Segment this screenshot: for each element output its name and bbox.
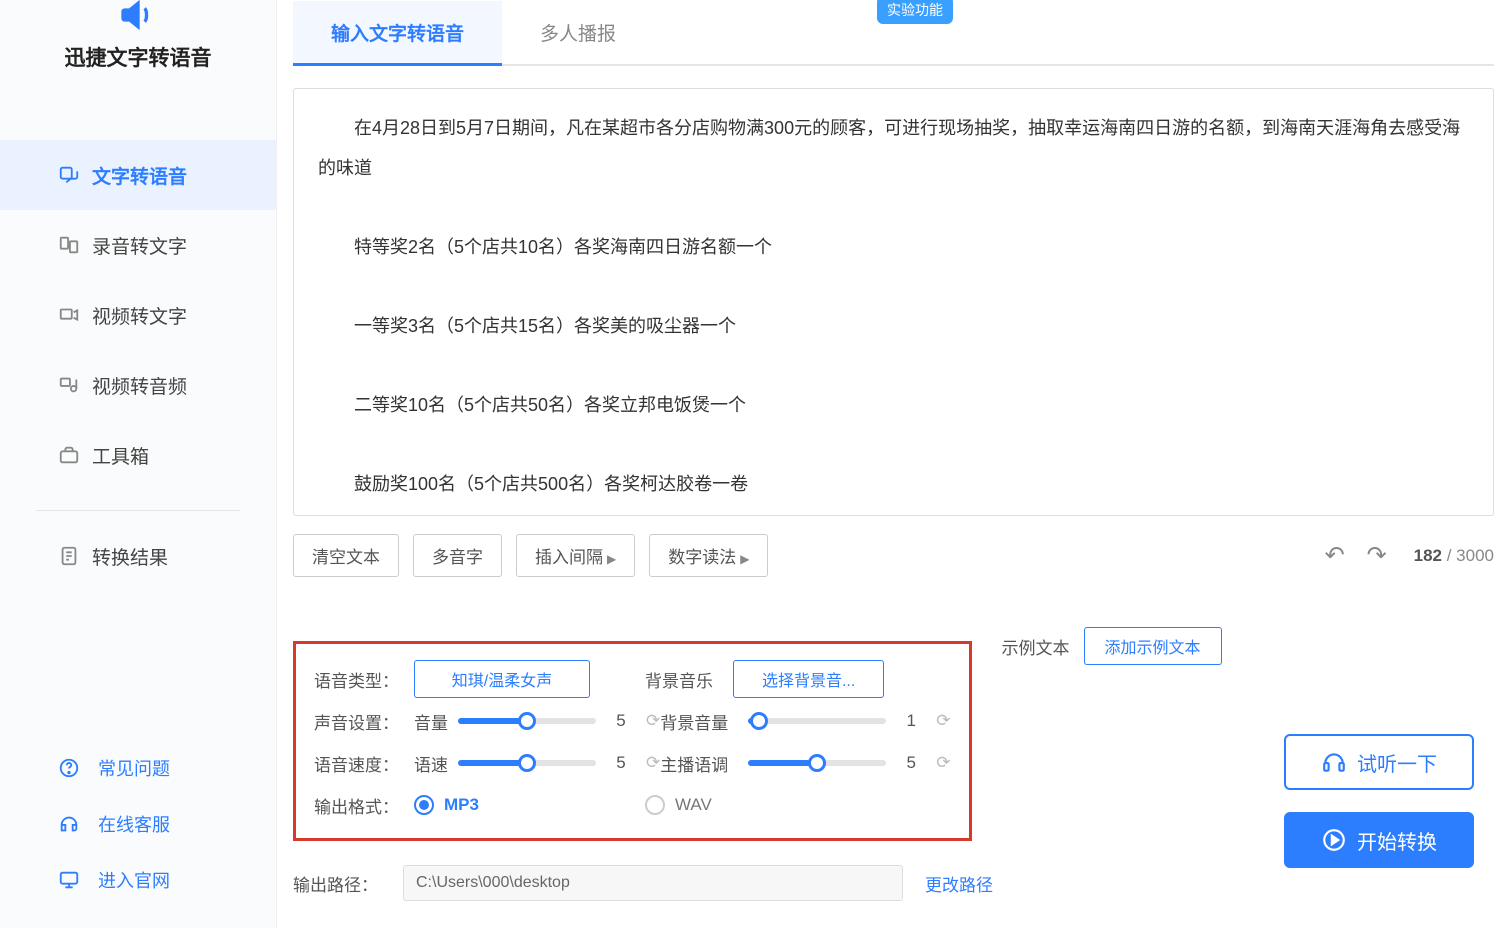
volume-reset-icon[interactable]: ⟳ bbox=[646, 711, 660, 731]
bgm-label: 背景音乐 bbox=[645, 667, 733, 692]
nav-label: 转换结果 bbox=[92, 543, 168, 570]
nav-label: 工具箱 bbox=[92, 442, 149, 469]
clear-text-button[interactable]: 清空文本 bbox=[293, 534, 399, 577]
redo-button[interactable]: ↷ bbox=[1362, 541, 1392, 570]
video-to-text-icon bbox=[58, 304, 92, 326]
voice-select-button[interactable]: 知琪/温柔女声 bbox=[414, 660, 590, 698]
audio-to-text-icon bbox=[58, 234, 92, 256]
speed-value: 5 bbox=[608, 753, 634, 773]
experimental-badge: 实验功能 bbox=[877, 0, 953, 24]
editor-line: 在4月28日到5月7日期间，凡在某超市各分店购物满300元的顾客，可进行现场抽奖… bbox=[318, 109, 1469, 188]
pitch-reset-icon[interactable]: ⟳ bbox=[936, 753, 950, 773]
tab-bar: 输入文字转语音 多人播报 实验功能 bbox=[293, 0, 1494, 66]
editor-line bbox=[318, 267, 1469, 307]
speed-label: 语音速度： bbox=[314, 751, 414, 776]
pitch-label: 主播语调 bbox=[660, 751, 748, 776]
question-icon bbox=[58, 757, 98, 779]
format-label: 输出格式： bbox=[314, 793, 414, 818]
monitor-icon bbox=[58, 869, 98, 891]
pitch-slider[interactable] bbox=[748, 760, 886, 766]
insert-pause-button[interactable]: 插入间隔▶ bbox=[516, 534, 635, 577]
editor-line bbox=[318, 188, 1469, 228]
char-counter: 182 / 3000 bbox=[1414, 546, 1494, 566]
volume-label: 音量 bbox=[414, 709, 458, 734]
editor-line: 鼓励奖100名（5个店共500名）各奖柯达胶卷一卷 bbox=[318, 465, 1469, 505]
nav-toolbox[interactable]: 工具箱 bbox=[0, 420, 276, 490]
footer-label: 进入官网 bbox=[98, 867, 170, 893]
format-mp3-radio[interactable]: MP3 bbox=[414, 795, 479, 815]
polyphone-button[interactable]: 多音字 bbox=[413, 534, 502, 577]
nav-audio-to-text[interactable]: 录音转文字 bbox=[0, 210, 276, 280]
editor-line bbox=[318, 426, 1469, 466]
headphones-icon bbox=[1321, 749, 1347, 775]
bgm-volume-value: 1 bbox=[898, 711, 924, 731]
play-circle-icon bbox=[1321, 827, 1347, 853]
headset-icon bbox=[58, 813, 98, 835]
speed-slider[interactable] bbox=[458, 760, 596, 766]
sound-settings-label: 声音设置： bbox=[314, 709, 414, 734]
tab-input-tts[interactable]: 输入文字转语音 bbox=[293, 1, 502, 64]
dropdown-triangle-icon: ▶ bbox=[740, 552, 749, 566]
bgm-select-button[interactable]: 选择背景音... bbox=[733, 660, 884, 698]
output-path-input[interactable] bbox=[403, 865, 903, 901]
volume-value: 5 bbox=[608, 711, 634, 731]
editor-line: 特等奖2名（5个店共10名）各奖海南四日游名额一个 bbox=[318, 228, 1469, 268]
nav-label: 视频转音频 bbox=[92, 372, 187, 399]
nav-divider bbox=[36, 510, 240, 511]
speed-reset-icon[interactable]: ⟳ bbox=[646, 753, 660, 773]
tts-icon bbox=[58, 164, 92, 186]
number-reading-button[interactable]: 数字读法▶ bbox=[649, 534, 768, 577]
volume-slider[interactable] bbox=[458, 718, 596, 724]
text-editor[interactable]: 在4月28日到5月7日期间，凡在某超市各分店购物满300元的顾客，可进行现场抽奖… bbox=[293, 88, 1494, 516]
brand-logo-icon bbox=[118, 0, 158, 44]
sample-text-label: 示例文本 bbox=[1002, 634, 1070, 659]
nav-video-to-text[interactable]: 视频转文字 bbox=[0, 280, 276, 350]
pitch-value: 5 bbox=[898, 753, 924, 773]
footer-faq[interactable]: 常见问题 bbox=[0, 740, 276, 796]
nav-label: 视频转文字 bbox=[92, 302, 187, 329]
undo-button[interactable]: ↶ bbox=[1320, 541, 1350, 570]
editor-line bbox=[318, 347, 1469, 387]
brand: 迅捷文字转语音 bbox=[0, 0, 276, 100]
editor-line: 一等奖3名（5个店共15名）各奖美的吸尘器一个 bbox=[318, 307, 1469, 347]
toolbox-icon bbox=[58, 444, 92, 466]
footer-website[interactable]: 进入官网 bbox=[0, 852, 276, 908]
format-wav-radio[interactable]: WAV bbox=[645, 795, 712, 815]
bgm-volume-reset-icon[interactable]: ⟳ bbox=[936, 711, 950, 731]
brand-title: 迅捷文字转语音 bbox=[65, 42, 212, 72]
editor-line: 二等奖10名（5个店共50名）各奖立邦电饭煲一个 bbox=[318, 386, 1469, 426]
nav-label: 文字转语音 bbox=[92, 162, 187, 189]
video-to-audio-icon bbox=[58, 374, 92, 396]
footer-label: 常见问题 bbox=[98, 755, 170, 781]
voice-settings-panel: 语音类型： 知琪/温柔女声 背景音乐 选择背景音... 声音设置： 音量 bbox=[293, 641, 972, 841]
nav-results[interactable]: 转换结果 bbox=[0, 521, 276, 591]
footer-support[interactable]: 在线客服 bbox=[0, 796, 276, 852]
output-path-label: 输出路径： bbox=[293, 871, 389, 896]
nav-video-to-audio[interactable]: 视频转音频 bbox=[0, 350, 276, 420]
bgm-volume-label: 背景音量 bbox=[660, 709, 748, 734]
dropdown-triangle-icon: ▶ bbox=[607, 552, 616, 566]
tab-multi-broadcast[interactable]: 多人播报 bbox=[502, 1, 654, 64]
change-path-link[interactable]: 更改路径 bbox=[925, 871, 993, 896]
start-convert-button[interactable]: 开始转换 bbox=[1284, 812, 1474, 868]
nav-text-to-speech[interactable]: 文字转语音 bbox=[0, 140, 276, 210]
add-sample-text-button[interactable]: 添加示例文本 bbox=[1084, 627, 1222, 665]
voice-type-label: 语音类型： bbox=[314, 667, 414, 692]
footer-label: 在线客服 bbox=[98, 811, 170, 837]
preview-button[interactable]: 试听一下 bbox=[1284, 734, 1474, 790]
results-icon bbox=[58, 545, 92, 567]
nav-label: 录音转文字 bbox=[92, 232, 187, 259]
bgm-volume-slider[interactable] bbox=[748, 718, 886, 724]
speed-sub-label: 语速 bbox=[414, 751, 458, 776]
